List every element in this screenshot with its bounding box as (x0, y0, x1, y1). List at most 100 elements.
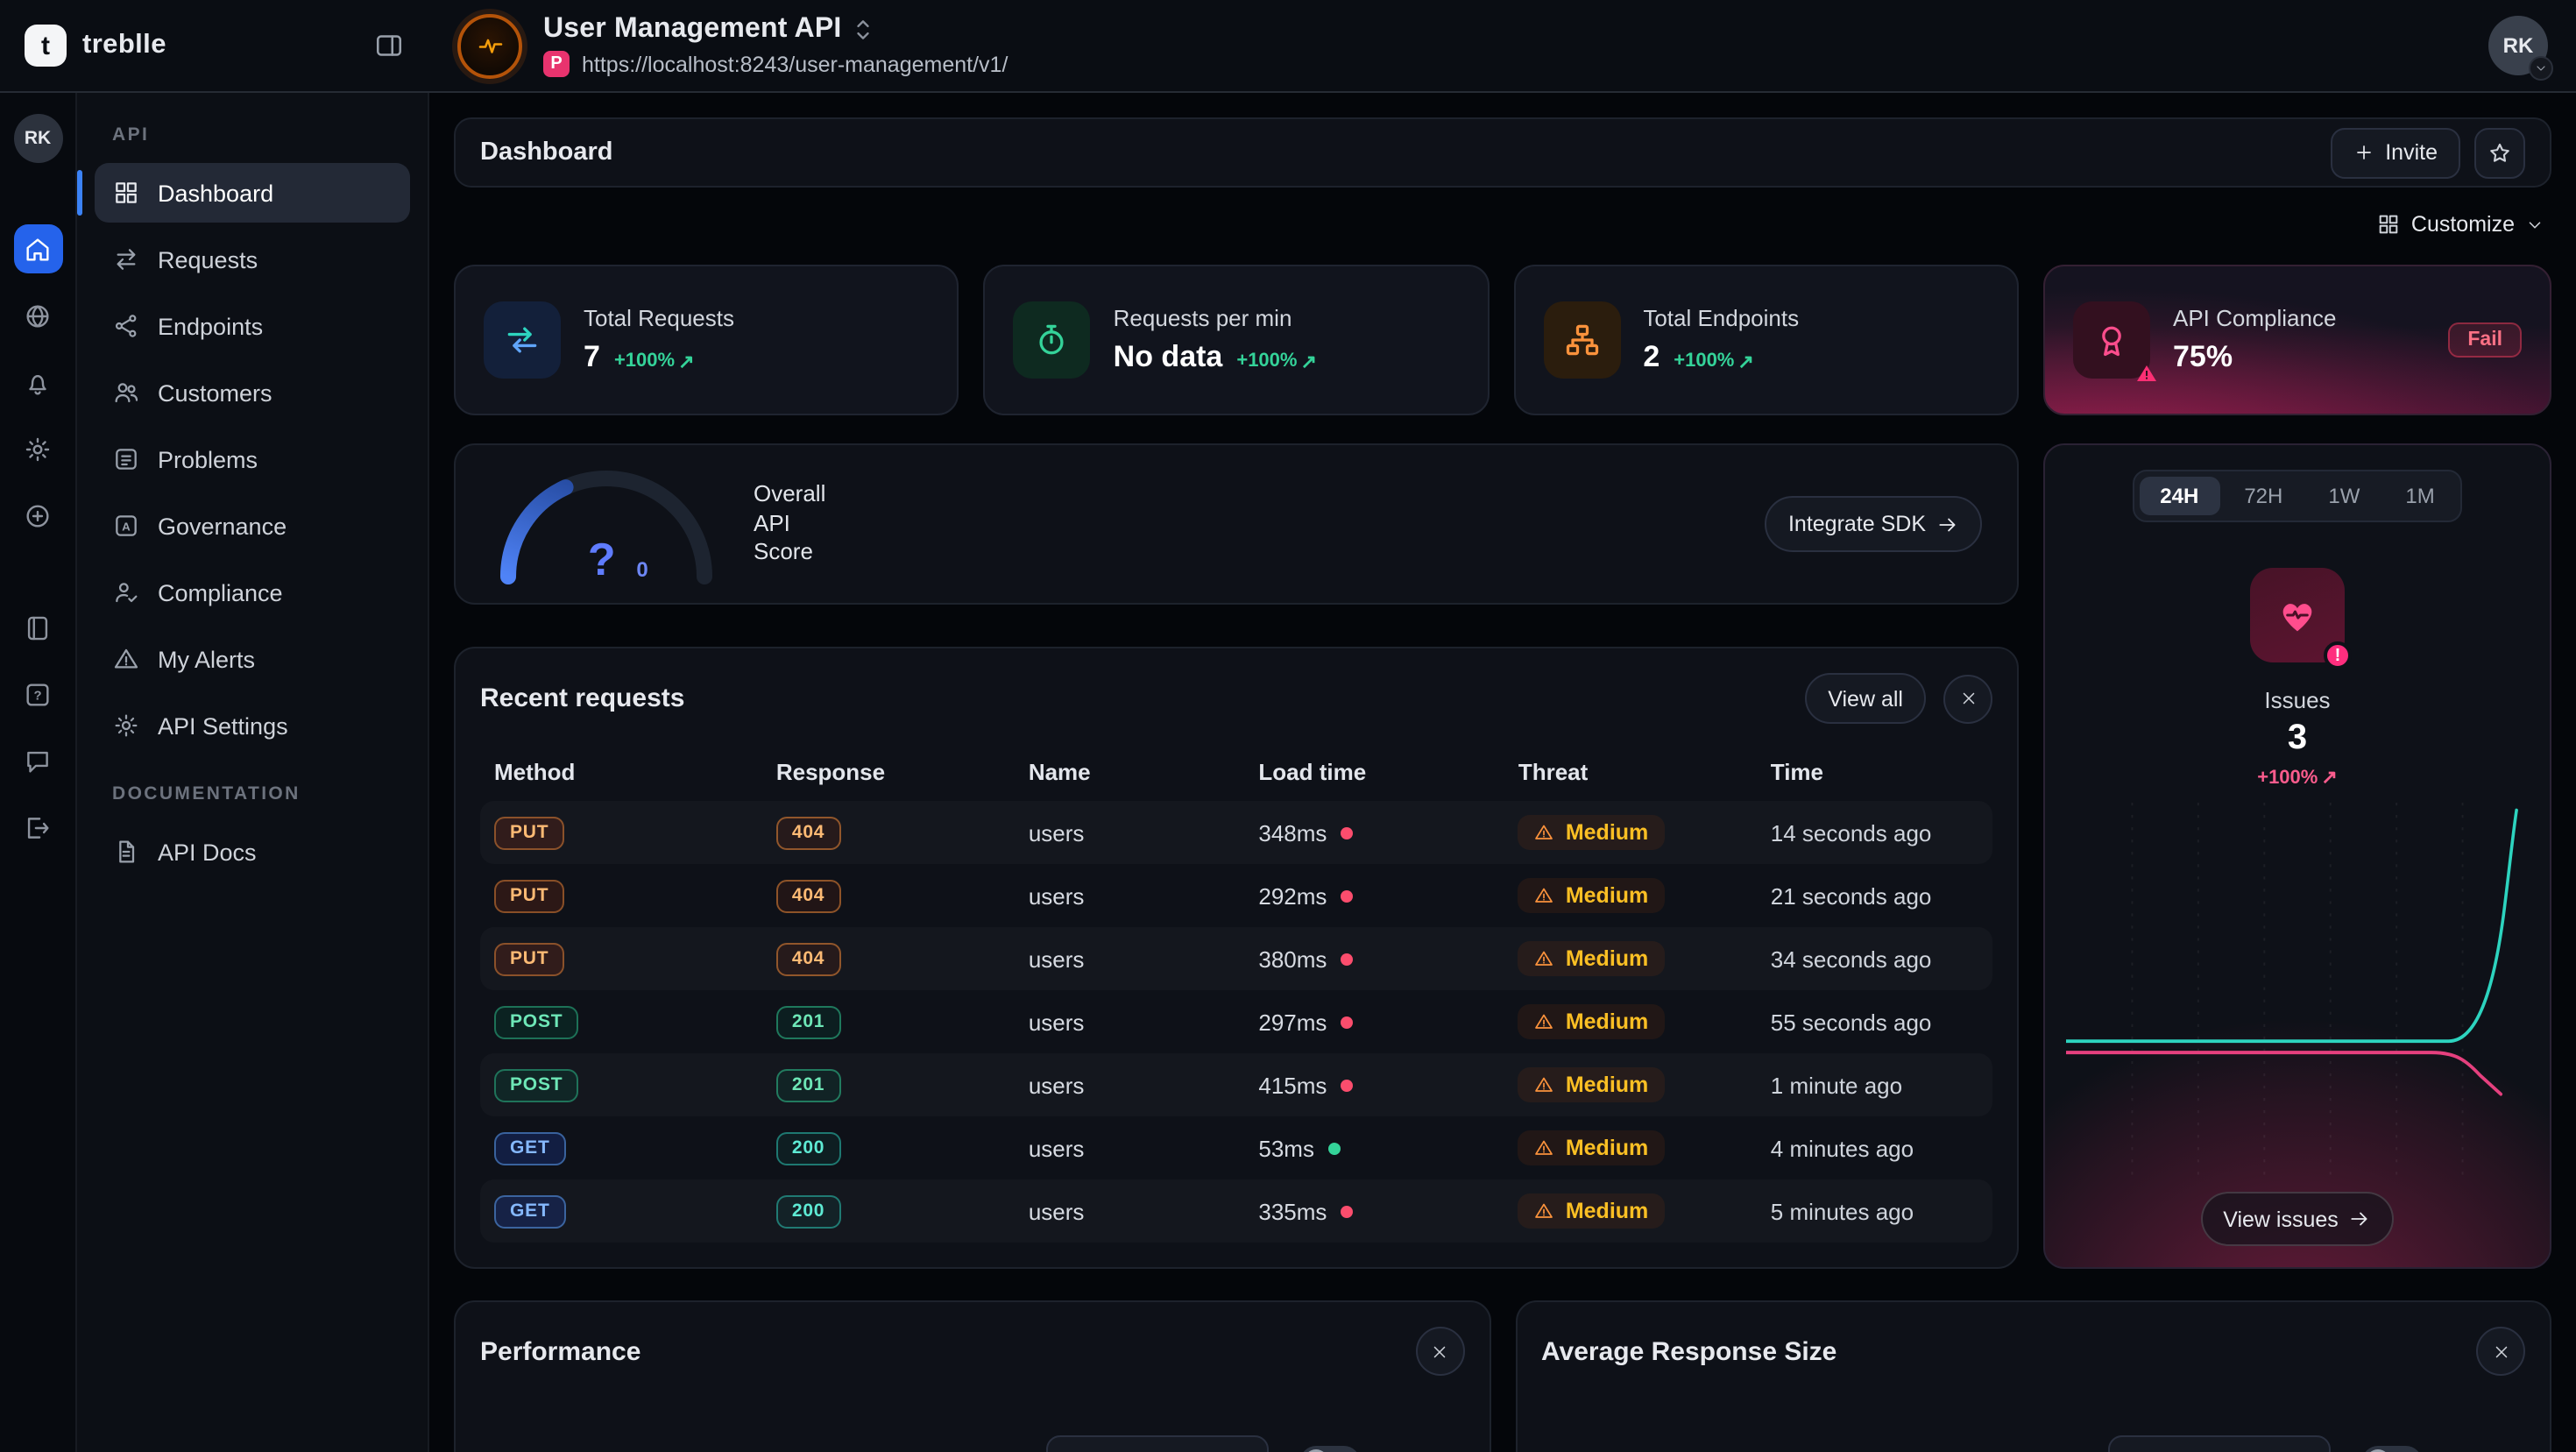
load-time-cell: 292ms (1258, 882, 1518, 909)
load-time-cell: 415ms (1258, 1072, 1518, 1098)
method-badge: POST (494, 1005, 578, 1038)
table-body: PUT 404 users 348ms Medium 14 seconds ag… (480, 801, 1992, 1243)
warning-triangle-icon (1534, 1137, 1555, 1158)
sidebar-collapse-button[interactable] (373, 30, 405, 61)
close-recent-button[interactable] (1943, 674, 1992, 723)
rail-feedback-button[interactable] (13, 736, 62, 785)
compare-toggle[interactable] (1300, 1446, 1360, 1452)
table-row[interactable]: PUT 404 users 292ms Medium 21 seconds ag… (480, 864, 1992, 927)
sidebar-item-api-docs[interactable]: API Docs (95, 822, 410, 882)
column-header: Load time (1258, 758, 1518, 784)
sidebar-item-label: Compliance (158, 579, 283, 606)
rail-add-button[interactable] (13, 491, 62, 540)
stat-total-endpoints: Total Endpoints 2 +100%↗ (1513, 265, 2019, 415)
plus-icon (2353, 142, 2374, 163)
user-avatar[interactable]: RK (2488, 16, 2548, 75)
layout-grid-icon (2376, 212, 2401, 237)
help-icon: ? (23, 679, 53, 709)
sidebar-item-customers[interactable]: Customers (95, 363, 410, 422)
logout-icon (23, 812, 53, 842)
date-range-select[interactable]: Last 7 days (1046, 1435, 1269, 1452)
load-time-cell: 297ms (1258, 1009, 1518, 1035)
rail-settings-button[interactable] (13, 424, 62, 473)
sidebar-item-requests[interactable]: Requests (95, 230, 410, 289)
document-icon (112, 838, 140, 866)
table-row[interactable]: POST 201 users 415ms Medium 1 minute ago (480, 1053, 1992, 1116)
grid-icon (112, 179, 140, 207)
avg-response-size-card: Average Response Size Last 7 days Compar (1515, 1300, 2551, 1452)
response-status-badge: 404 (776, 879, 840, 912)
alert-triangle-icon (112, 645, 140, 673)
sidebar-item-endpoints[interactable]: Endpoints (95, 296, 410, 356)
tab-24h[interactable]: 24H (2139, 477, 2219, 515)
rail-help-button[interactable]: ? (13, 669, 62, 719)
load-time-dot (1328, 1142, 1341, 1154)
rail-globe-button[interactable] (13, 291, 62, 340)
stat-title: Requests per min (1114, 305, 1317, 331)
table-row[interactable]: GET 200 users 53ms Medium 4 minutes ago (480, 1116, 1992, 1179)
load-time-cell: 380ms (1258, 946, 1518, 972)
api-base-url[interactable]: https://localhost:8243/user-management/v… (582, 52, 1008, 76)
request-time: 14 seconds ago (1771, 819, 1978, 846)
compare-toggle[interactable] (2361, 1446, 2421, 1452)
tab-72h[interactable]: 72H (2223, 477, 2304, 515)
threat-badge: Medium (1518, 878, 1664, 913)
chevron-down-icon (2529, 56, 2553, 81)
sidebar-item-label: Problems (158, 446, 258, 472)
table-row[interactable]: POST 201 users 297ms Medium 55 seconds a… (480, 990, 1992, 1053)
sidebar-item-my-alerts[interactable]: My Alerts (95, 629, 410, 689)
trend-up-icon: ↗ (1737, 350, 1753, 372)
customize-control[interactable]: Customize (454, 205, 2544, 244)
page-title: Dashboard (480, 138, 613, 166)
sidebar-item-problems[interactable]: Problems (95, 429, 410, 489)
performance-card: Performance Last 7 days Compare (454, 1300, 1490, 1452)
table-row[interactable]: PUT 404 users 348ms Medium 14 seconds ag… (480, 801, 1992, 864)
tab-1m[interactable]: 1M (2384, 477, 2455, 515)
endpoint-name: users (1029, 1009, 1259, 1035)
gauge-score-value: 0 (636, 557, 648, 582)
threat-badge: Medium (1518, 1004, 1664, 1039)
sidebar-item-compliance[interactable]: Compliance (95, 563, 410, 622)
rail-home-button[interactable] (13, 224, 62, 273)
sitemap-icon (1543, 301, 1620, 379)
sidebar-item-dashboard[interactable]: Dashboard (95, 163, 410, 223)
stat-title: API Compliance (2173, 305, 2336, 331)
tab-1w[interactable]: 1W (2307, 477, 2381, 515)
view-all-button[interactable]: View all (1805, 673, 1926, 724)
api-switcher-chevrons-icon[interactable] (854, 18, 874, 42)
arrow-right-icon (2349, 1208, 2372, 1230)
stat-delta: +100%↗ (614, 350, 695, 372)
rail-journal-button[interactable] (13, 603, 62, 652)
column-header: Response (776, 758, 1029, 784)
load-time-cell: 335ms (1258, 1198, 1518, 1224)
request-time: 34 seconds ago (1771, 946, 1978, 972)
sidebar-item-api-settings[interactable]: API Settings (95, 696, 410, 755)
table-row[interactable]: GET 200 users 335ms Medium 5 minutes ago (480, 1179, 1992, 1243)
api-score-label: Overall API Score (754, 479, 825, 568)
threat-badge: Medium (1518, 815, 1664, 850)
date-range-select[interactable]: Last 7 days (2107, 1435, 2330, 1452)
view-issues-button[interactable]: View issues (2200, 1192, 2395, 1246)
stat-delta: +100%↗ (1674, 350, 1754, 372)
workspace-avatar[interactable]: RK (13, 114, 62, 163)
time-range-tabs: 24H 72H 1W 1M (2132, 470, 2462, 522)
health-heart-icon: ! (2250, 568, 2345, 662)
sidebar-item-label: API Docs (158, 839, 257, 865)
compare-control: Compare (2361, 1446, 2525, 1452)
rail-logout-button[interactable] (13, 803, 62, 852)
chevron-down-icon (2525, 215, 2544, 234)
favorite-button[interactable] (2474, 127, 2525, 178)
integrate-sdk-button[interactable]: Integrate SDK (1766, 496, 1982, 552)
sidebar-item-governance[interactable]: A Governance (95, 496, 410, 556)
user-initials: RK (2503, 33, 2534, 58)
close-performance-button[interactable] (1415, 1327, 1464, 1376)
rail-notifications-button[interactable] (13, 358, 62, 407)
stat-value: 75% (2173, 340, 2233, 375)
issues-label: Issues (2264, 687, 2330, 713)
method-badge: PUT (494, 942, 564, 975)
threat-badge: Medium (1518, 1067, 1664, 1102)
close-avg-response-button[interactable] (2476, 1327, 2525, 1376)
invite-button[interactable]: Invite (2331, 127, 2460, 178)
table-row[interactable]: PUT 404 users 380ms Medium 34 seconds ag… (480, 927, 1992, 990)
api-title[interactable]: User Management API (543, 14, 842, 46)
